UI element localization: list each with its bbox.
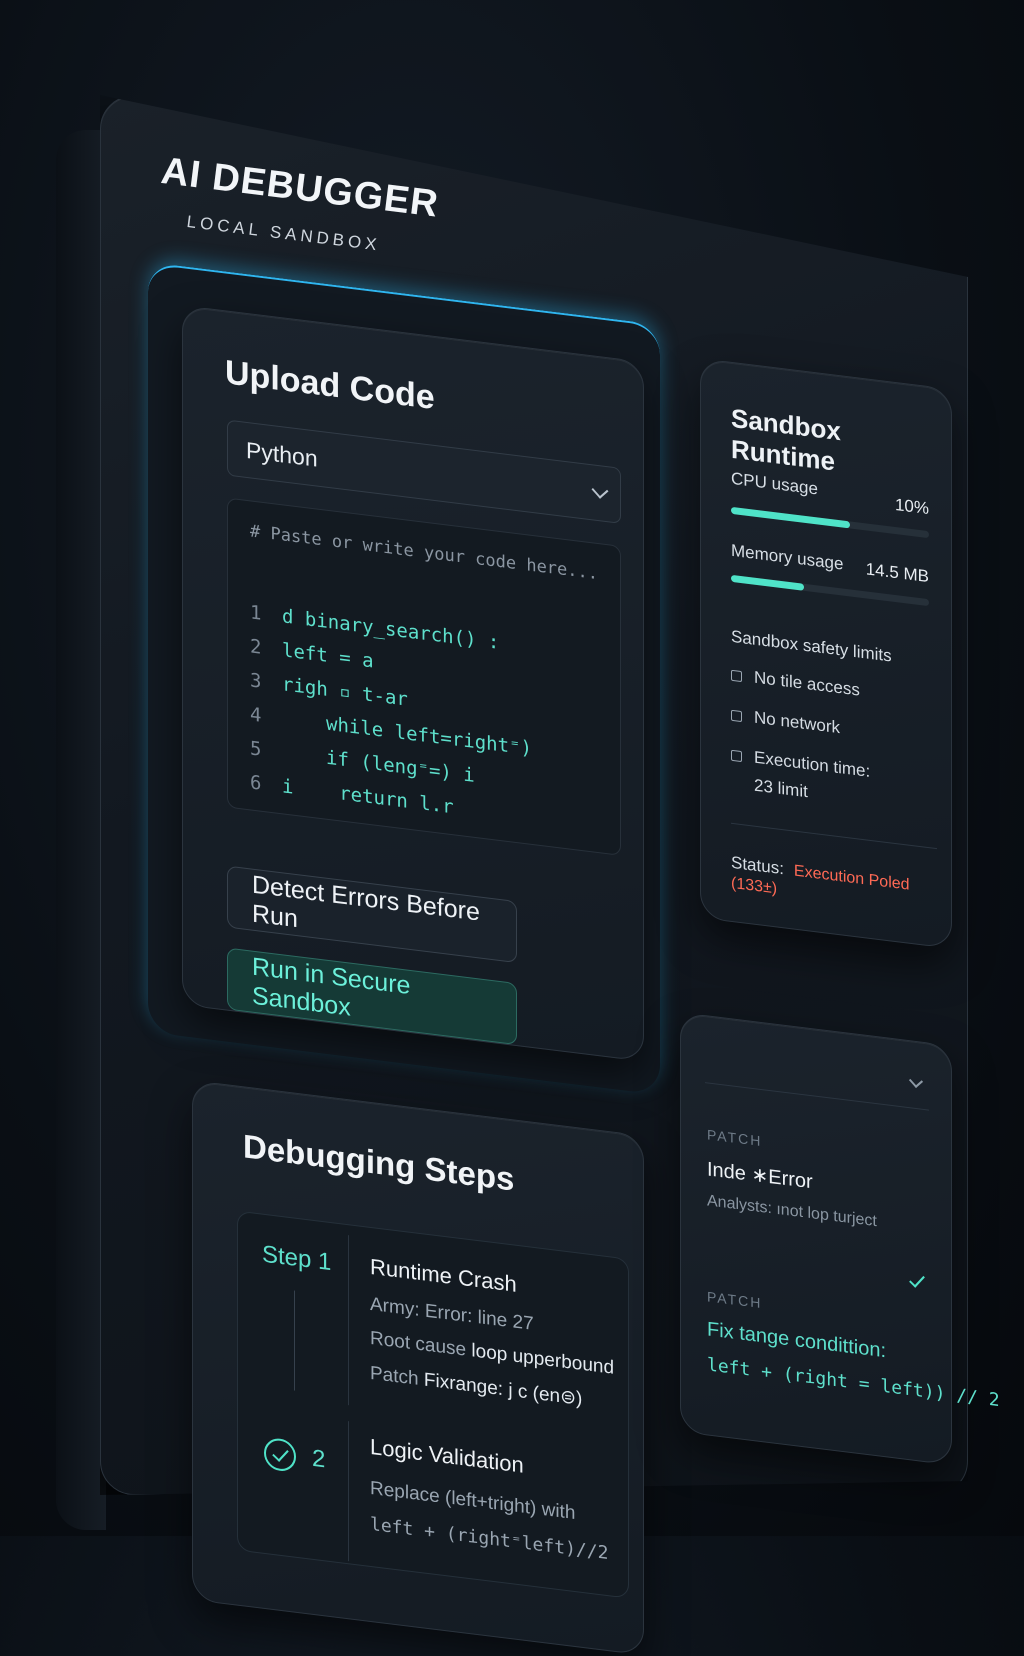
patch-value: Fixrange: j c (en⊜): [423, 1369, 583, 1410]
divider: [731, 822, 937, 850]
line-number: 6: [250, 771, 262, 795]
patch-error-title: Inde ∗Error: [707, 1158, 813, 1194]
checkbox[interactable]: [731, 669, 742, 683]
check-icon: [909, 1271, 925, 1288]
step-divider: [348, 1235, 349, 1406]
detect-errors-button[interactable]: Detect Errors Before Run: [227, 865, 517, 964]
step-divider: [348, 1421, 349, 1562]
limit-label: Execution time:: [754, 747, 871, 781]
cause-value: loop upperbound: [471, 1340, 615, 1379]
memory-value: 14.5 MB: [865, 559, 929, 587]
status-row: Status: Execution Poled (133±): [731, 853, 951, 920]
patch-kicker: PATCH: [707, 1288, 763, 1312]
check-circle-icon: [264, 1436, 296, 1473]
steps-title: Debugging Steps: [243, 1127, 515, 1198]
line-number: 3: [250, 669, 262, 693]
step-2-title: Logic Validation: [370, 1433, 524, 1478]
cpu-bar-fill: [731, 506, 850, 529]
limit-label: No tile access: [754, 667, 860, 700]
upload-code-card: Upload Code Python # Paste or write your…: [182, 305, 644, 1062]
steps-list: Step 1 Runtime Crash Army: Error: line 2…: [237, 1210, 629, 1599]
line-number: 5: [250, 737, 262, 761]
language-value: Python: [246, 436, 318, 472]
chevron-down-icon: [591, 481, 609, 499]
step-1-label: Step 1: [262, 1240, 332, 1277]
code-text: righ ▫ t-ar: [282, 673, 408, 711]
app-stage: AI DEBUGGER LOCAL SANDBOX Upload Code Py…: [0, 0, 1024, 1656]
code-text: left = a: [282, 639, 374, 673]
cpu-value: 10%: [894, 494, 929, 519]
limit-item[interactable]: Execution time:: [731, 745, 870, 782]
sandbox-runtime-card: Sandbox Runtime CPU usage 10% Memory usa…: [700, 358, 952, 949]
code-editor[interactable]: # Paste or write your code here... 1d bi…: [227, 497, 621, 856]
step-1-title: Runtime Crash: [370, 1253, 517, 1297]
line-number: 4: [250, 703, 262, 727]
limit-label: No network: [754, 707, 840, 738]
limits-title: Sandbox safety limits: [731, 626, 892, 666]
limit-extra: 23 limit: [754, 775, 808, 802]
debugging-steps-card: Debugging Steps Step 1 Runtime Crash Arm…: [192, 1080, 644, 1656]
patch-kicker: PATCH: [707, 1126, 763, 1150]
divider: [705, 1082, 929, 1111]
limit-item[interactable]: No tile access: [731, 665, 860, 701]
checkbox[interactable]: [731, 709, 742, 723]
status-label: Status:: [731, 852, 784, 879]
step-1-error: Army: Error: line 27: [370, 1293, 534, 1335]
limit-item[interactable]: No network: [731, 705, 840, 738]
timeline-line: [294, 1290, 295, 1391]
code-placeholder: # Paste or write your code here...: [250, 521, 598, 585]
line-number: 1: [250, 601, 262, 625]
line-number: 2: [250, 635, 262, 659]
patch-label: Patch: [370, 1362, 419, 1390]
patch-fix-title: Fix tange condittion:: [707, 1318, 886, 1363]
cause-label: Root cause: [370, 1327, 467, 1361]
upload-title: Upload Code: [225, 353, 435, 418]
step-2-label: 2: [312, 1444, 326, 1474]
checkbox[interactable]: [731, 749, 742, 763]
device-edge: [56, 130, 106, 1530]
patch-analysis: Analysts: ınot lop turject: [707, 1192, 877, 1231]
memory-label: Memory usage: [731, 540, 844, 574]
memory-bar-fill: [731, 574, 805, 591]
patch-card: PATCH Inde ∗Error Analysts: ınot lop tur…: [680, 1012, 1000, 1466]
chevron-down-icon[interactable]: [908, 1073, 924, 1089]
